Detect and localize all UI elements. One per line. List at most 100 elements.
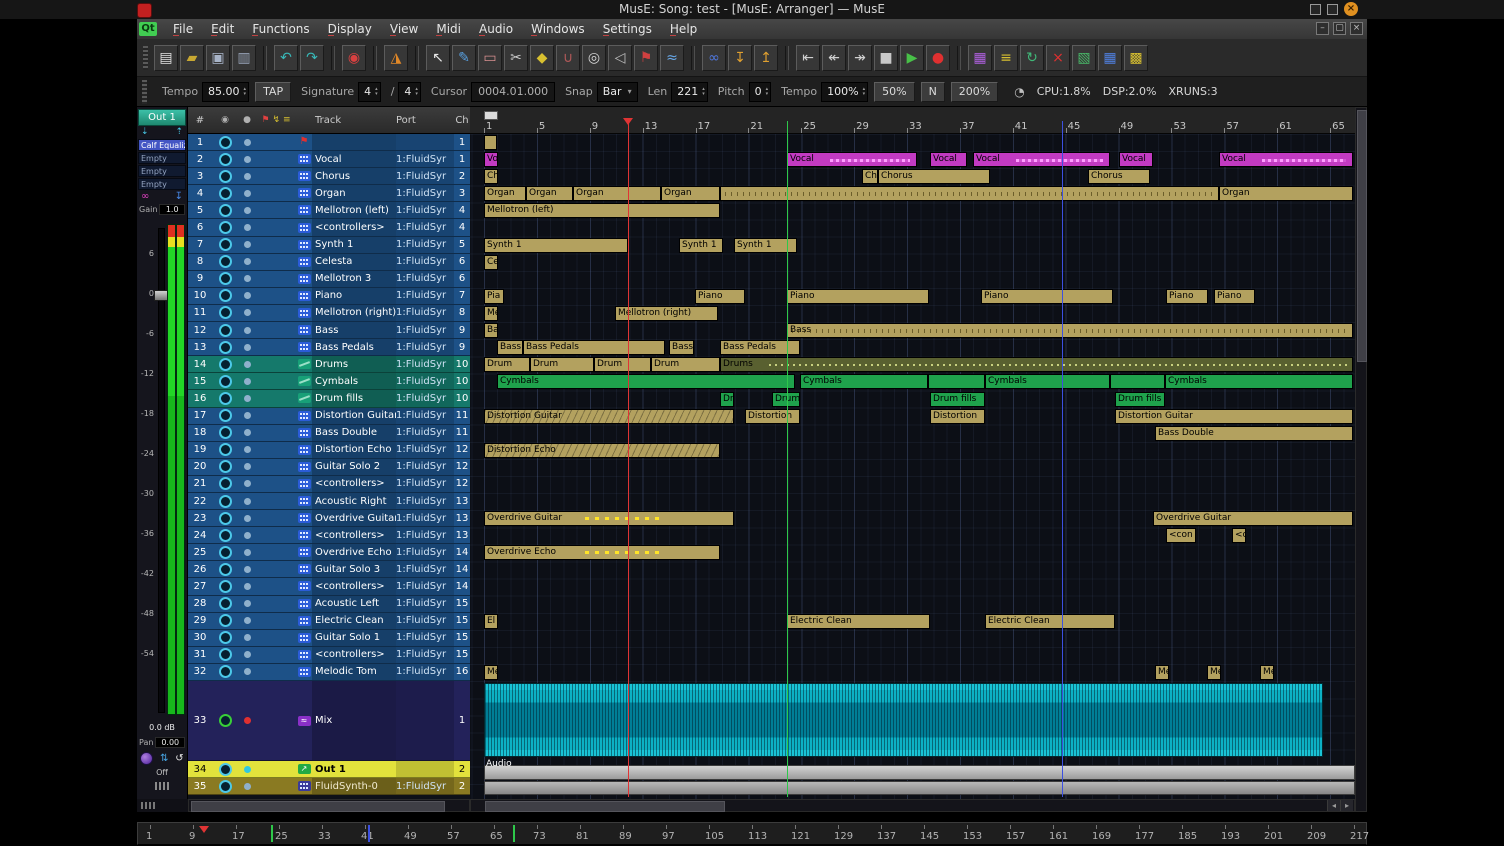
- track-port[interactable]: 1:FluidSyr: [396, 561, 454, 577]
- clip[interactable]: [928, 374, 985, 389]
- record-arm-button[interactable]: [212, 272, 238, 285]
- record-arm-button[interactable]: [212, 614, 238, 627]
- output-clip[interactable]: [484, 765, 1355, 780]
- menu-settings[interactable]: Settings: [594, 20, 661, 38]
- track-port[interactable]: 1:FluidSyr: [396, 510, 454, 526]
- track-port[interactable]: 1:FluidSyr: [396, 408, 454, 424]
- track-port[interactable]: [396, 761, 454, 777]
- maximize-button[interactable]: [1327, 4, 1338, 15]
- track-name[interactable]: Electric Clean: [312, 613, 396, 629]
- record-arm-button[interactable]: [212, 409, 238, 422]
- track-row-13[interactable]: 13Bass Pedals1:FluidSyr9: [188, 339, 470, 356]
- clip[interactable]: Vocal: [1119, 152, 1153, 167]
- record-arm-button[interactable]: [212, 341, 238, 354]
- effect-slot[interactable]: Empty: [138, 152, 186, 164]
- header-pin-icon[interactable]: ⚑: [261, 115, 269, 125]
- record-arm-button[interactable]: [212, 289, 238, 302]
- menu-view[interactable]: View: [381, 20, 427, 38]
- open-song-button[interactable]: ▰: [180, 45, 204, 71]
- track-name[interactable]: Mix: [312, 681, 396, 760]
- punch-in-button[interactable]: ↧: [728, 45, 752, 71]
- clip[interactable]: Vocal: [1219, 152, 1353, 167]
- record-button[interactable]: ●: [926, 45, 950, 71]
- subwindow-minimize-button[interactable]: –: [1316, 22, 1329, 35]
- track-name[interactable]: <controllers>: [312, 476, 396, 492]
- track-name[interactable]: Acoustic Left: [312, 596, 396, 612]
- menu-help[interactable]: Help: [661, 20, 706, 38]
- mute-button[interactable]: [238, 156, 256, 163]
- mute-button[interactable]: [238, 668, 256, 675]
- track-row-2[interactable]: 2Vocal1:FluidSyr1: [188, 151, 470, 168]
- clip[interactable]: Pia: [484, 289, 504, 304]
- locate-left-marker[interactable]: [484, 111, 498, 120]
- pan-knob[interactable]: [140, 752, 153, 765]
- glue-tool-button[interactable]: ◆: [530, 45, 554, 71]
- track-row-6[interactable]: 6<controllers>1:FluidSyr4: [188, 219, 470, 236]
- track-row-28[interactable]: 28Acoustic Left1:FluidSyr15: [188, 596, 470, 613]
- clip[interactable]: Ba: [484, 323, 498, 338]
- track-name[interactable]: Bass Double: [312, 425, 396, 441]
- record-arm-button[interactable]: [212, 648, 238, 661]
- track-row-15[interactable]: 15Cymbals1:FluidSyr10: [188, 373, 470, 390]
- clip[interactable]: Bass Pedals: [720, 340, 800, 355]
- output-clip[interactable]: [484, 781, 1355, 795]
- spinner-arrows-icon[interactable]: ▴▾: [375, 87, 378, 97]
- spinner-arrows-icon[interactable]: ▴▾: [244, 87, 247, 97]
- tempo-normal-button[interactable]: N: [921, 82, 945, 102]
- clip[interactable]: Vocal: [930, 152, 967, 167]
- clip[interactable]: Bass: [497, 340, 523, 355]
- record-arm-button[interactable]: [212, 512, 238, 525]
- clip[interactable]: Synth 1: [484, 238, 628, 253]
- clip[interactable]: Organ: [1219, 186, 1353, 201]
- clip[interactable]: Mellotron (right): [615, 306, 718, 321]
- clip[interactable]: Drum: [651, 357, 720, 372]
- clip[interactable]: Organ: [526, 186, 573, 201]
- mute-button[interactable]: [238, 651, 256, 658]
- mute-button[interactable]: [238, 634, 256, 641]
- clip[interactable]: Drums: [720, 357, 1353, 372]
- track-name[interactable]: Drum fills: [312, 390, 396, 406]
- rewind-button[interactable]: ↞: [822, 45, 846, 71]
- clip[interactable]: <c: [1232, 528, 1246, 543]
- rubber-tool-button[interactable]: ▭: [478, 45, 502, 71]
- track-port[interactable]: 1:FluidSyr: [396, 442, 454, 458]
- mute-button[interactable]: [238, 549, 256, 556]
- mute-button[interactable]: [238, 309, 256, 316]
- track-name[interactable]: <controllers>: [312, 527, 396, 543]
- snap-select[interactable]: Bar ▾: [597, 82, 638, 102]
- clip[interactable]: Cymbals: [985, 374, 1110, 389]
- track-port[interactable]: 1:FluidSyr: [396, 288, 454, 304]
- gain-value[interactable]: 1.0: [159, 204, 185, 215]
- strip-resize-handle[interactable]: [137, 782, 187, 790]
- track-name[interactable]: Synth 1: [312, 237, 396, 253]
- track-name[interactable]: <controllers>: [312, 578, 396, 594]
- clip[interactable]: Organ: [661, 186, 720, 201]
- clip[interactable]: Distortion: [930, 409, 985, 424]
- record-arm-button[interactable]: [212, 495, 238, 508]
- clip[interactable]: Drum: [484, 357, 530, 372]
- wave-tool-button[interactable]: ≈: [660, 45, 684, 71]
- clip[interactable]: Ch: [862, 169, 878, 184]
- record-arm-button[interactable]: [212, 392, 238, 405]
- mute-button[interactable]: [238, 190, 256, 197]
- track-port[interactable]: 1:FluidSyr: [396, 168, 454, 184]
- marker-list-button[interactable]: ≡: [994, 45, 1018, 71]
- mute-button[interactable]: [238, 617, 256, 624]
- track-name[interactable]: Bass Pedals: [312, 339, 396, 355]
- mute-button[interactable]: [238, 717, 256, 724]
- mixer-footer-handle[interactable]: [137, 799, 188, 812]
- arranger-canvas[interactable]: 1591317212529333741454953576165 VoVocalV…: [470, 107, 1355, 799]
- record-arm-button[interactable]: [212, 460, 238, 473]
- clip[interactable]: Drum fills: [930, 392, 985, 407]
- menu-functions[interactable]: Functions: [243, 20, 318, 38]
- play-button[interactable]: ▶: [900, 45, 924, 71]
- record-arm-button[interactable]: [212, 204, 238, 217]
- track-row-23[interactable]: 23Overdrive Guitar1:FluidSyr13: [188, 510, 470, 527]
- clip[interactable]: Distortion: [745, 409, 800, 424]
- track-row-5[interactable]: 5Mellotron (left)1:FluidSyr4: [188, 202, 470, 219]
- cutter-tool-button[interactable]: ✂: [504, 45, 528, 71]
- mute-button[interactable]: [238, 139, 256, 146]
- track-port[interactable]: 1:FluidSyr: [396, 476, 454, 492]
- track-port[interactable]: 1:FluidSyr: [396, 630, 454, 646]
- marker-tool-button[interactable]: ⚑: [634, 45, 658, 71]
